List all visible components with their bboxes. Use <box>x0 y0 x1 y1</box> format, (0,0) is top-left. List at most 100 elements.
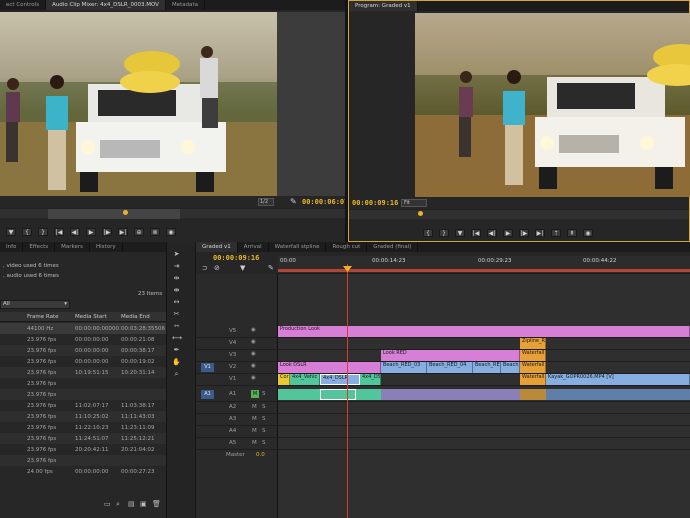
clip-look-dslr[interactable]: Look DSLR <box>278 362 381 373</box>
tab-markers[interactable]: Markers <box>55 242 91 252</box>
col-media-start[interactable]: Media Start <box>75 314 107 320</box>
clip-cor[interactable]: Cor <box>278 374 290 385</box>
track-select-tool-icon[interactable]: ⇥ <box>172 262 181 271</box>
program-fit-dropdown[interactable]: Fit <box>401 199 427 207</box>
tab-program-graded[interactable]: Program: Graded v1 <box>349 1 418 11</box>
track-label-v2[interactable]: V2 <box>229 364 236 370</box>
mute-button[interactable]: M <box>252 416 257 422</box>
clip-4x4-vehic[interactable]: 4x4_Vehic <box>290 374 320 385</box>
table-row[interactable]: 23.976 fps <box>0 378 166 389</box>
table-row[interactable]: 23.976 fps 11:10:25:02 11:11:43:03 <box>0 411 166 422</box>
mute-button[interactable]: M <box>252 440 257 446</box>
table-row[interactable]: 23.976 fps 00:00:00:00 00:00:19:02 <box>0 356 166 367</box>
table-row[interactable]: 23.976 fps <box>0 455 166 466</box>
program-go-to-out-icon[interactable]: ▶| <box>535 229 545 237</box>
mark-in-icon[interactable]: { <box>22 228 32 236</box>
folder-icon[interactable]: ▤ <box>128 500 135 508</box>
add-marker-timeline-icon[interactable]: ▼ <box>240 264 245 272</box>
rate-stretch-tool-icon[interactable]: ↔ <box>172 298 181 307</box>
eye-icon[interactable]: ◉ <box>251 339 256 345</box>
source-patch-v1[interactable]: V1 <box>201 363 214 372</box>
table-row[interactable]: 23.976 fps 00:00:00:00 00:00:38:17 <box>0 345 166 356</box>
clip-look-red[interactable]: Look RED <box>381 350 520 361</box>
table-row[interactable]: 23.976 fps 20:20:42:11 20:21:04:02 <box>0 444 166 455</box>
slide-tool-icon[interactable]: ⟷ <box>172 334 182 343</box>
tab-history[interactable]: History <box>90 242 123 252</box>
clip-beach-3[interactable]: Beach_RE <box>473 362 501 373</box>
audio-clip-a1-2[interactable] <box>320 389 356 400</box>
mute-button[interactable]: M <box>252 404 257 410</box>
ripple-edit-tool-icon[interactable]: ⇹ <box>172 274 181 283</box>
source-patch-a1[interactable]: A1 <box>201 390 214 399</box>
selection-tool-icon[interactable]: ➤ <box>172 250 181 259</box>
audio-clip-a1-3[interactable] <box>356 389 381 400</box>
source-timecode[interactable]: 00:00:06:07 <box>302 198 348 206</box>
program-go-to-in-icon[interactable]: |◀ <box>471 229 481 237</box>
program-mark-out-icon[interactable]: } <box>439 229 449 237</box>
program-add-marker-icon[interactable]: ▼ <box>455 229 465 237</box>
program-timecode[interactable]: 00:00:09:16 <box>352 199 398 207</box>
clip-beach-1[interactable]: Beach_RED_03 <box>381 362 427 373</box>
tab-graded-final[interactable]: Graded (final) <box>367 242 419 252</box>
table-row[interactable]: 23.976 fps 11:24:51:07 11:25:12:21 <box>0 433 166 444</box>
program-step-forward-icon[interactable]: |▶ <box>519 229 529 237</box>
program-step-back-icon[interactable]: ◀| <box>487 229 497 237</box>
linked-selection-icon[interactable]: ⊘ <box>214 264 220 272</box>
audio-clip-a1-4[interactable] <box>381 389 520 400</box>
solo-button[interactable]: S <box>262 440 266 446</box>
solo-button[interactable]: S <box>262 416 266 422</box>
extract-icon[interactable]: ⇞ <box>567 229 577 237</box>
clip-beach-4[interactable]: Beach <box>501 362 520 373</box>
track-label-v3[interactable]: V3 <box>229 352 236 358</box>
play-icon[interactable]: ▶ <box>86 228 96 236</box>
clip-waterfall-v3[interactable]: Waterfall <box>520 350 546 361</box>
track-label-v4[interactable]: V4 <box>229 340 236 346</box>
track-label-a5[interactable]: A5 <box>229 440 236 446</box>
solo-button[interactable]: S <box>262 428 266 434</box>
clip-kayak[interactable]: Kayak_GOPR0026.MP4 [V] <box>546 374 690 385</box>
overwrite-icon[interactable]: ⊗ <box>150 228 160 236</box>
tab-effect-controls[interactable]: ect Controls <box>0 0 47 10</box>
table-row[interactable]: 23.976 fps 10:19:51:15 10:20:31:14 <box>0 367 166 378</box>
rolling-edit-tool-icon[interactable]: ⇼ <box>172 286 181 295</box>
tab-effects[interactable]: Effects <box>23 242 56 252</box>
filter-dropdown[interactable]: All ▾ <box>0 300 70 309</box>
program-play-icon[interactable]: ▶ <box>503 229 513 237</box>
track-label-a3[interactable]: A3 <box>229 416 236 422</box>
program-playhead[interactable] <box>418 211 423 216</box>
eye-icon[interactable]: ◉ <box>251 351 256 357</box>
add-marker-icon[interactable]: ▼ <box>6 228 16 236</box>
clip-zipline[interactable]: Zipline_R <box>520 338 546 349</box>
mute-button[interactable]: M <box>252 428 257 434</box>
tab-graded-v1[interactable]: Graded v1 <box>196 242 238 252</box>
pen-tool-icon[interactable]: ✒ <box>172 346 181 355</box>
table-row[interactable]: 23.976 fps 11:02:07:17 11:03:38:17 <box>0 400 166 411</box>
step-forward-icon[interactable]: |▶ <box>102 228 112 236</box>
tab-info[interactable]: Info <box>0 242 24 252</box>
mute-button[interactable]: M <box>251 390 259 398</box>
clip-4x4-ds[interactable]: 4x4_DS <box>360 374 381 385</box>
timeline-settings-icon[interactable]: ✎ <box>268 264 274 272</box>
table-row[interactable]: 24.00 fps 00:00:00:00 00:00:27:23 <box>0 466 166 477</box>
track-label-a4[interactable]: A4 <box>229 428 236 434</box>
hand-tool-icon[interactable]: ✋ <box>172 358 181 367</box>
table-row[interactable]: 23.976 fps <box>0 389 166 400</box>
master-volume[interactable]: 0.0 <box>256 452 265 458</box>
go-to-out-icon[interactable]: ▶| <box>118 228 128 236</box>
source-mini-timeline[interactable] <box>0 208 345 219</box>
tab-rough-cut[interactable]: Rough cut <box>326 242 368 252</box>
eye-icon[interactable]: ◉ <box>251 375 256 381</box>
track-label-v1[interactable]: V1 <box>229 376 236 382</box>
table-row[interactable]: 44100 Hz 00:00:00:00000 00:03:28:35506 <box>0 323 166 334</box>
col-media-end[interactable]: Media End <box>121 314 150 320</box>
work-area-bar[interactable] <box>278 269 690 272</box>
tab-waterfall-stpline[interactable]: Waterfall stpline <box>269 242 327 252</box>
solo-button[interactable]: S <box>262 391 266 397</box>
col-frame-rate[interactable]: Frame Rate <box>27 314 59 320</box>
new-bin-icon[interactable]: ▭ <box>104 500 111 508</box>
razor-tool-icon[interactable]: ✂ <box>172 310 181 319</box>
lift-icon[interactable]: ⇡ <box>551 229 561 237</box>
audio-clip-a1-6[interactable] <box>546 389 690 400</box>
source-playhead[interactable] <box>123 210 128 215</box>
tab-audio-clip-mixer[interactable]: Audio Clip Mixer: 4x4_DSLR_0003.MOV <box>46 0 166 10</box>
